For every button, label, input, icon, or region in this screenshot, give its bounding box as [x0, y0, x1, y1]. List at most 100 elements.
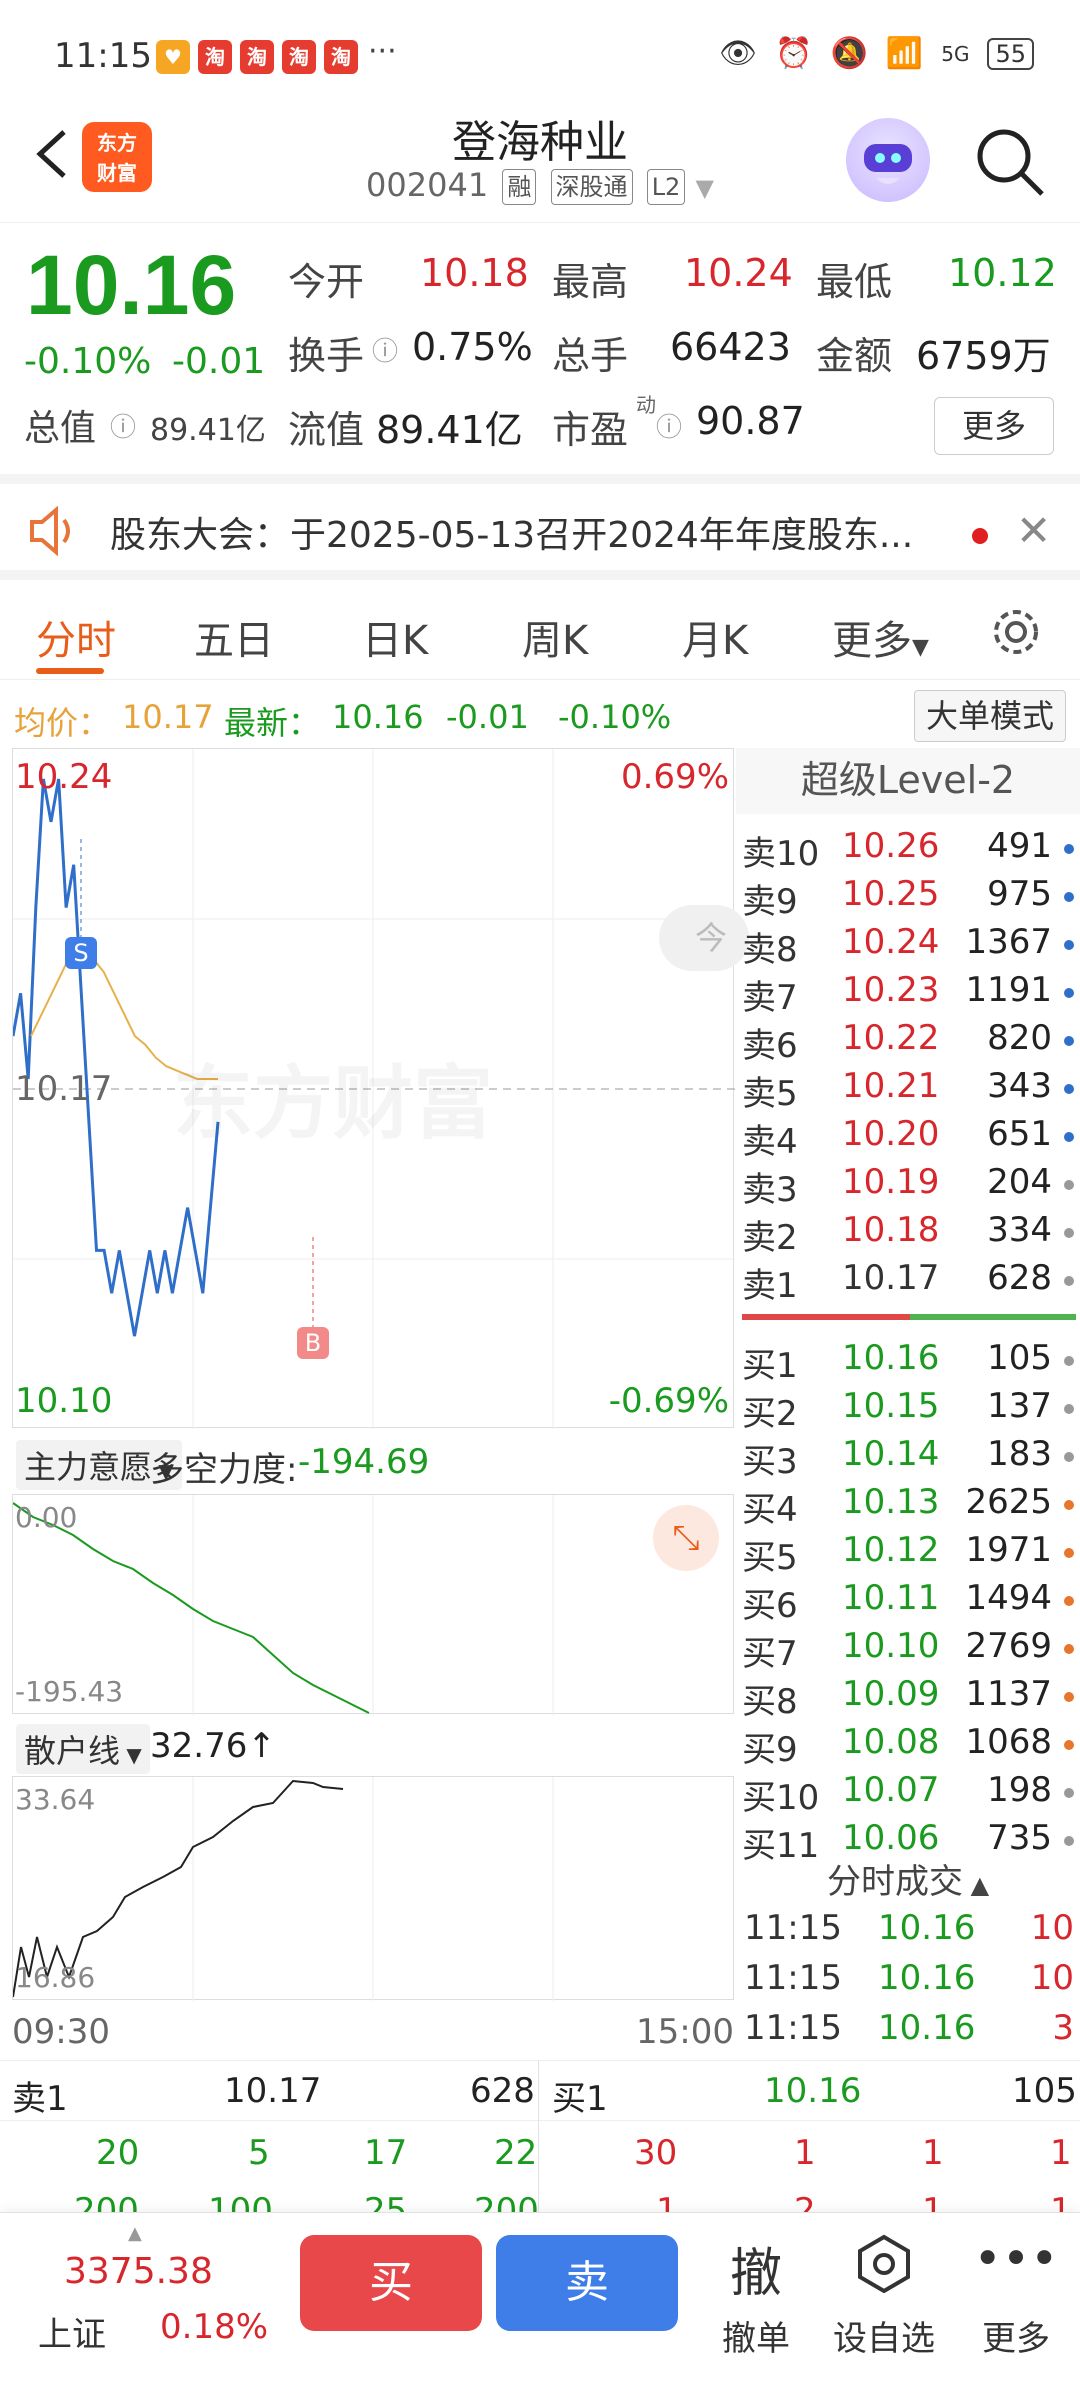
- bid-row[interactable]: 买4 10.13 2625: [742, 1482, 1076, 1530]
- ask-row[interactable]: 卖4 10.20 651: [742, 1114, 1076, 1162]
- tab-weekly-k[interactable]: 周K: [522, 608, 588, 666]
- order-dot-icon: [1064, 1500, 1074, 1510]
- order-dot-icon: [1064, 1356, 1074, 1366]
- expand-icon[interactable]: ⤡: [653, 1505, 719, 1571]
- buy-button[interactable]: 买: [300, 2235, 482, 2331]
- volume-label: 总手: [552, 334, 629, 378]
- bid-row[interactable]: 买3 10.14 183: [742, 1434, 1076, 1482]
- app-notification-icon: 淘: [198, 40, 232, 74]
- big-order-mode-button[interactable]: 大单模式: [914, 690, 1066, 742]
- tab-daily-k[interactable]: 日K: [362, 608, 428, 666]
- ask-row[interactable]: 卖1 10.17 628: [742, 1258, 1076, 1306]
- tab-monthly-k[interactable]: 月K: [682, 608, 748, 666]
- ask-level: 卖2: [742, 1218, 798, 1258]
- change-amount: -0.01: [172, 341, 266, 382]
- tab-five-day[interactable]: 五日: [194, 608, 274, 666]
- avg-value: 10.17: [122, 698, 214, 736]
- ask-row[interactable]: 卖8 10.24 1367: [742, 922, 1076, 970]
- index-percent[interactable]: 0.18%: [160, 2307, 268, 2347]
- order-dot-icon: [1064, 1836, 1074, 1846]
- order-dot-icon: [1064, 892, 1074, 902]
- info-icon[interactable]: ⓘ: [372, 331, 398, 368]
- info-icon[interactable]: ⓘ: [110, 407, 136, 444]
- bid1-price: 10.16: [764, 2071, 862, 2111]
- indicator-dropdown[interactable]: 散户线 ▼: [16, 1724, 150, 1774]
- sub-chart-1-header: 主力意愿 ▼ 多空力度: -194.69: [12, 1432, 734, 1492]
- tag-connect: 深股通: [550, 169, 633, 205]
- order-dot-icon: [1064, 1084, 1074, 1094]
- network-label: 5G: [941, 41, 970, 66]
- latest-pct: -0.10%: [558, 698, 672, 736]
- level2-title[interactable]: 超级Level-2: [736, 748, 1080, 814]
- more-label[interactable]: 更多: [956, 2311, 1076, 2360]
- ask-level: 卖5: [742, 1074, 798, 1114]
- order-dot-icon: [1064, 1404, 1074, 1414]
- ask-price: 10.25: [842, 874, 940, 914]
- status-bar: 11:15 ♥ 淘 淘 淘 淘 ··· 👁 ⏰ 🔕 📶 5G 55: [0, 0, 1080, 100]
- ask-row[interactable]: 卖6 10.22 820: [742, 1018, 1076, 1066]
- bid-price: 10.06: [842, 1818, 940, 1858]
- close-icon[interactable]: ✕: [1016, 506, 1051, 555]
- ask-row[interactable]: 卖3 10.19 204: [742, 1162, 1076, 1210]
- sub-chart-2[interactable]: 33.64 16.86: [12, 1776, 734, 2001]
- turnover-value: 0.75%: [412, 325, 533, 369]
- order-dot-icon: [1064, 940, 1074, 950]
- bid-queue-item: 1: [922, 2133, 944, 2173]
- tag-level2: L2: [646, 169, 686, 205]
- sell-button[interactable]: 卖: [496, 2235, 678, 2331]
- bid-row[interactable]: 买10 10.07 198: [742, 1770, 1076, 1818]
- wifi-icon: 📶: [885, 36, 924, 71]
- sub-chart-1[interactable]: 0.00 -195.43 ⤡: [12, 1494, 734, 1715]
- time-end: 15:00: [636, 2012, 734, 2052]
- bid-price: 10.16: [842, 1338, 940, 1378]
- watermark: 东方财富: [173, 1039, 493, 1155]
- bid-queue-item: 1: [1050, 2133, 1072, 2173]
- tab-more[interactable]: 更多▼: [832, 608, 929, 666]
- ask-row[interactable]: 卖2 10.18 334: [742, 1210, 1076, 1258]
- battery-icon: 55: [987, 37, 1034, 70]
- ask-price: 10.24: [842, 922, 940, 962]
- bid-volume: 1137: [965, 1674, 1052, 1714]
- sub2-bottom-label: 16.86: [15, 1961, 96, 1994]
- bid-row[interactable]: 买9 10.08 1068: [742, 1722, 1076, 1770]
- ask-row[interactable]: 卖7 10.23 1191: [742, 970, 1076, 1018]
- index-value[interactable]: 3375.38: [64, 2251, 213, 2292]
- assistant-robot-icon[interactable]: [846, 118, 930, 202]
- bid-row[interactable]: 买7 10.10 2769: [742, 1626, 1076, 1674]
- ask-row[interactable]: 卖5 10.21 343: [742, 1066, 1076, 1114]
- trades-header[interactable]: 分时成交 ▲: [736, 1854, 1080, 1908]
- tab-intraday[interactable]: 分时: [36, 608, 116, 666]
- info-icon[interactable]: ⓘ: [656, 407, 682, 444]
- order-dot-icon: [1064, 1548, 1074, 1558]
- bid-row[interactable]: 买8 10.09 1137: [742, 1674, 1076, 1722]
- add-watchlist-icon[interactable]: [854, 2233, 914, 2294]
- index-name[interactable]: 上证: [38, 2307, 106, 2356]
- bid-row[interactable]: 买5 10.12 1971: [742, 1530, 1076, 1578]
- cancel-order-label[interactable]: 撤单: [696, 2311, 816, 2360]
- bid-row[interactable]: 买6 10.11 1494: [742, 1578, 1076, 1626]
- notice-bar[interactable]: 股东大会：于2025-05-13召开2024年年度股东... ✕: [0, 474, 1080, 580]
- buy-marker[interactable]: B: [297, 1327, 329, 1359]
- add-watchlist-label[interactable]: 设自选: [824, 2311, 944, 2360]
- more-quote-button[interactable]: 更多: [934, 397, 1054, 455]
- chart-tabs: 分时 五日 日K 周K 月K 更多▼: [0, 580, 1080, 680]
- ask1-label: 卖1: [12, 2079, 68, 2119]
- more-dots-icon[interactable]: •••: [956, 2231, 1076, 2287]
- sell-marker[interactable]: S: [65, 937, 97, 969]
- ask-row[interactable]: 卖9 10.25 975: [742, 874, 1076, 922]
- bid-volume: 735: [987, 1818, 1052, 1858]
- high-label: 最高: [552, 260, 629, 304]
- trade-price: 10.16: [878, 1908, 976, 1948]
- indicator-value: -194.69: [298, 1442, 430, 1482]
- ask-row[interactable]: 卖10 10.26 491: [742, 826, 1076, 874]
- ask-volume: 975: [987, 874, 1052, 914]
- ask-price: 10.26: [842, 826, 940, 866]
- bid-row[interactable]: 买1 10.16 105: [742, 1338, 1076, 1386]
- trade-volume: 10: [1030, 1958, 1074, 1998]
- bid-row[interactable]: 买2 10.15 137: [742, 1386, 1076, 1434]
- search-button[interactable]: [970, 122, 1050, 202]
- intraday-chart[interactable]: 东方财富 10.24 0.69% 10.17 10.10 -0.69% 今 S …: [12, 748, 749, 1429]
- cancel-order-icon[interactable]: 撤: [696, 2231, 816, 2306]
- turnover-label: 换手: [288, 334, 365, 378]
- settings-button[interactable]: [988, 604, 1044, 660]
